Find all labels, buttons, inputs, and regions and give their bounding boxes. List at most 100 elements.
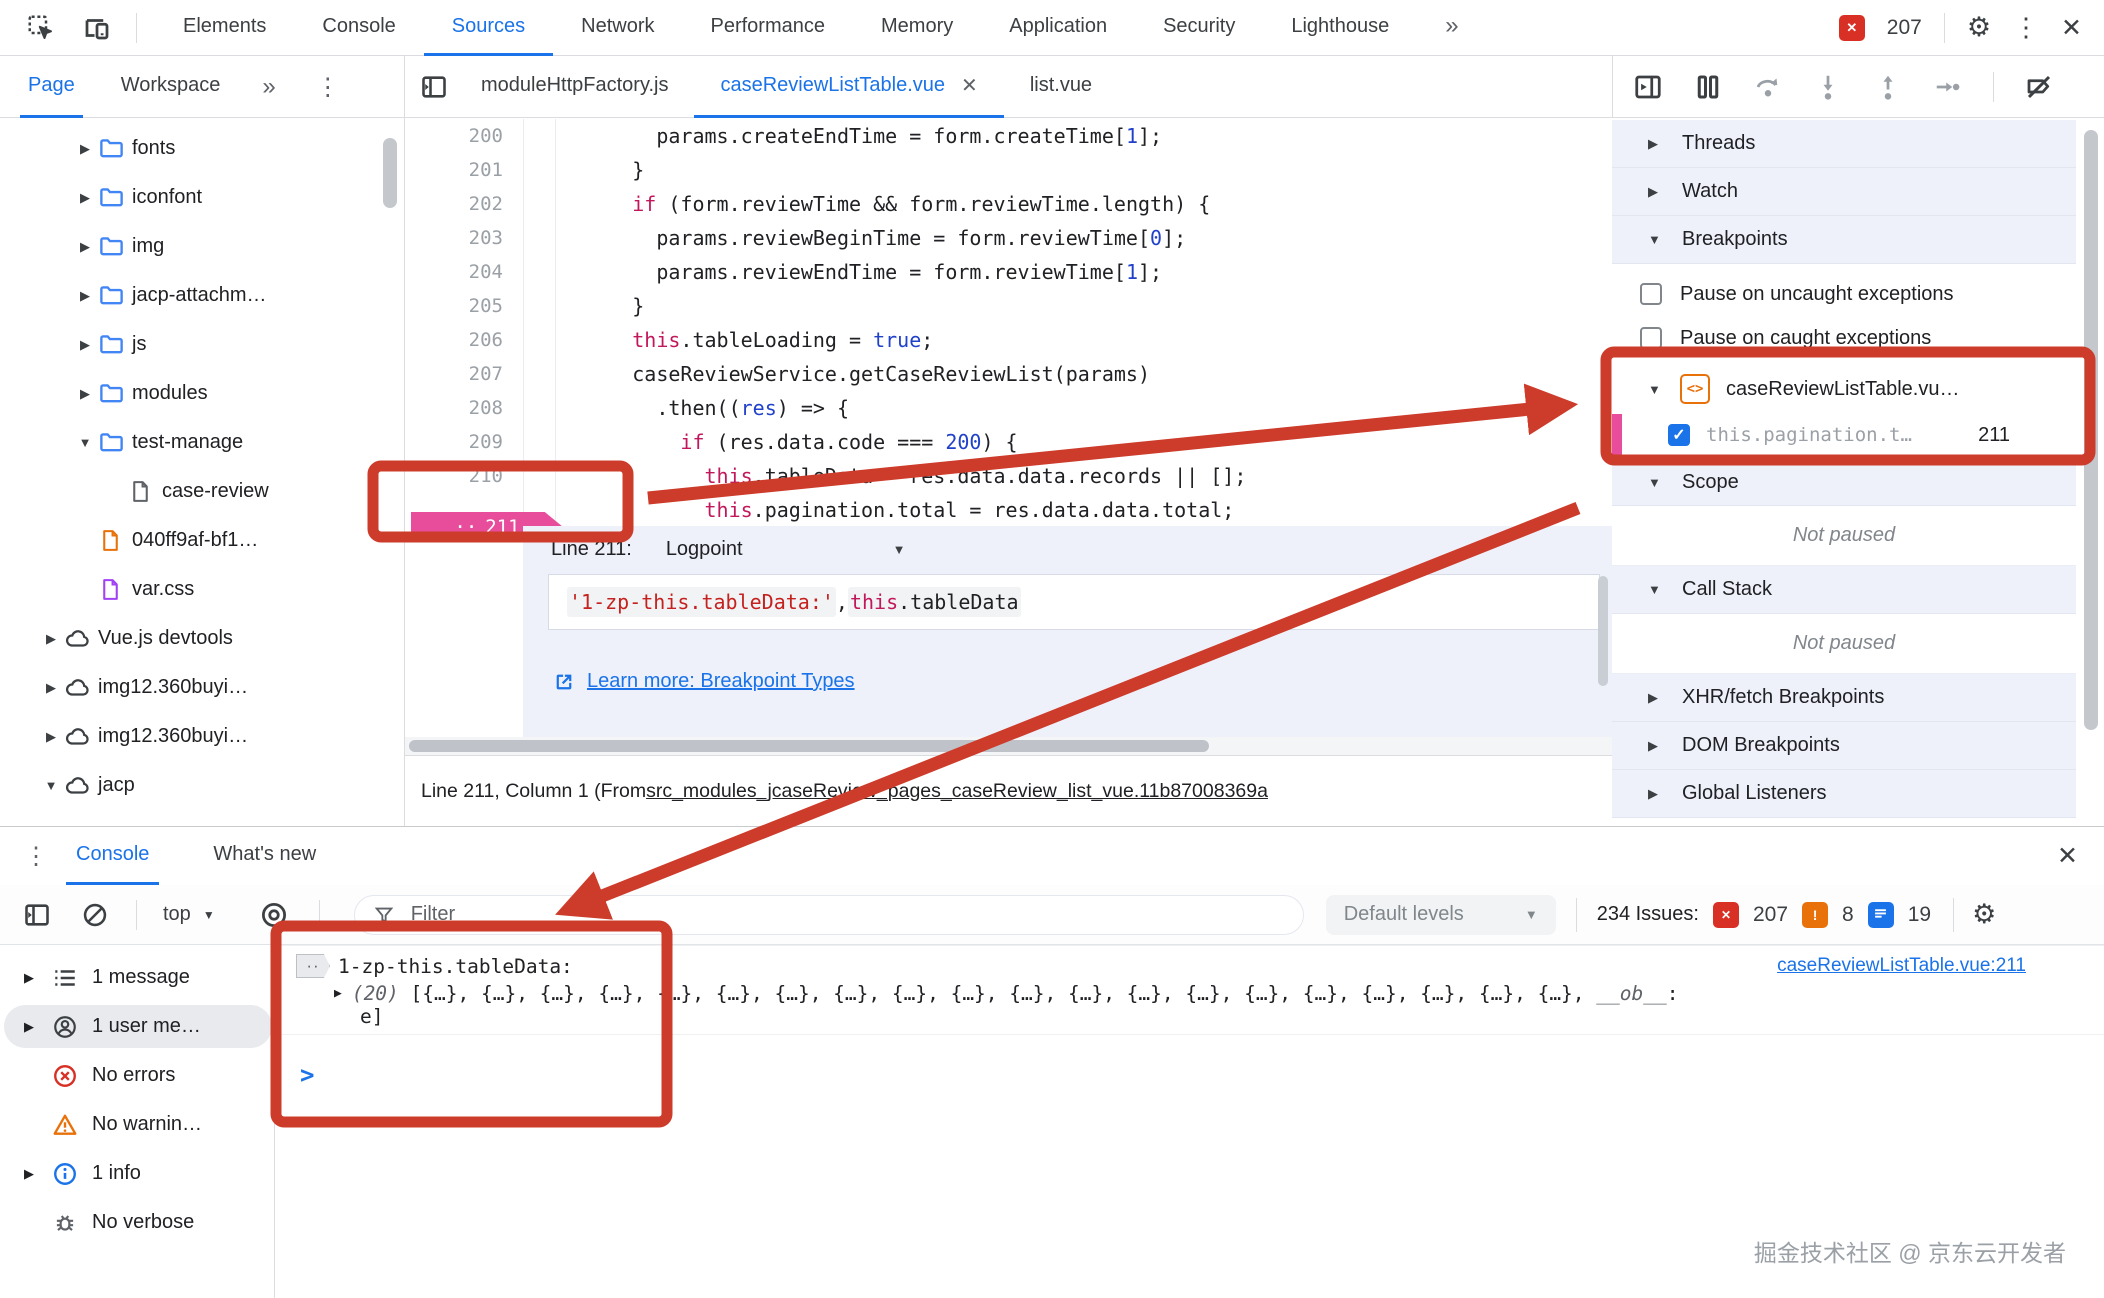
deactivate-breakpoints-icon[interactable] <box>2024 72 2054 102</box>
breakpoint-gutter[interactable] <box>523 153 556 187</box>
breakpoint-gutter[interactable] <box>523 357 556 391</box>
tab-network[interactable]: Network <box>553 0 682 56</box>
tab-elements[interactable]: Elements <box>155 0 294 56</box>
tab-security[interactable]: Security <box>1135 0 1263 56</box>
navigator-scrollbar[interactable] <box>383 138 397 208</box>
tree-item-img[interactable]: ▶img <box>0 222 404 271</box>
tree-item-modules[interactable]: ▶modules <box>0 369 404 418</box>
chevron-right-icon[interactable]: ▶ <box>72 288 98 304</box>
chevron-right-icon[interactable]: ▶ <box>20 970 38 986</box>
close-devtools-icon[interactable]: ✕ <box>2061 13 2082 43</box>
code-text[interactable]: caseReviewService.getCaseReviewList(para… <box>556 362 1150 386</box>
tab-memory[interactable]: Memory <box>853 0 981 56</box>
console-filter-1-info[interactable]: ▶1 info <box>0 1149 274 1198</box>
checkbox-unchecked[interactable] <box>1640 327 1662 349</box>
chevron-right-icon[interactable]: ▶ <box>72 239 98 255</box>
line-number[interactable]: 203 <box>405 227 523 249</box>
chevron-right-icon[interactable]: ▶ <box>72 141 98 157</box>
tree-item-040ff9af-bf1-[interactable]: 040ff9af-bf1… <box>0 516 404 565</box>
code-text[interactable]: .then((res) => { <box>556 396 849 420</box>
chevron-right-icon[interactable]: ▶ <box>72 190 98 206</box>
kebab-menu-icon[interactable]: ⋮ <box>316 73 340 102</box>
more-tabs-icon[interactable]: » <box>1417 0 1486 56</box>
breakpoint-gutter[interactable] <box>523 459 556 493</box>
section-global-listeners[interactable]: ▶ Global Listeners <box>1612 770 2076 818</box>
file-tab-casereviewlisttable[interactable]: caseReviewListTable.vue ✕ <box>694 56 1003 118</box>
chevron-right-icon[interactable]: ▶ <box>72 386 98 402</box>
tab-whats-new[interactable]: What's new <box>203 827 326 885</box>
close-drawer-icon[interactable]: ✕ <box>2057 841 2078 871</box>
show-console-sidebar-icon[interactable] <box>22 900 52 930</box>
pause-caught-row[interactable]: Pause on caught exceptions <box>1612 316 2076 360</box>
pause-script-icon[interactable] <box>1693 72 1723 102</box>
breakpoint-gutter[interactable] <box>523 323 556 357</box>
tab-performance[interactable]: Performance <box>683 0 854 56</box>
file-tab-modulehttpfactory[interactable]: moduleHttpFactory.js <box>455 56 694 118</box>
console-prompt[interactable]: > <box>276 1061 2104 1089</box>
tree-item-clipped[interactable] <box>0 810 404 826</box>
close-tab-icon[interactable]: ✕ <box>961 73 978 98</box>
breakpoint-gutter[interactable] <box>523 119 556 153</box>
tree-item-fonts[interactable]: ▶fonts <box>0 124 404 173</box>
scrollbar-thumb[interactable] <box>409 740 1209 752</box>
kebab-menu-icon[interactable]: ⋮ <box>24 842 48 871</box>
logpoint-entry-row[interactable]: ✓ this.pagination.t… 211 <box>1612 412 2076 458</box>
tab-sources[interactable]: Sources <box>424 0 553 56</box>
chevron-right-icon[interactable]: ▶ <box>20 1166 38 1182</box>
breakpoint-gutter[interactable] <box>523 391 556 425</box>
panel-scrollbar[interactable] <box>1598 576 1608 686</box>
tree-item-img12-360buyi-[interactable]: ▶img12.360buyi… <box>0 663 404 712</box>
sidebar-scrollbar[interactable] <box>2084 130 2098 730</box>
line-number[interactable]: 209 <box>405 431 523 453</box>
console-filter-no-warnin-[interactable]: No warnin… <box>0 1100 274 1149</box>
section-dom-breakpoints[interactable]: ▶ DOM Breakpoints <box>1612 722 2076 770</box>
section-watch[interactable]: ▶ Watch <box>1612 168 2076 216</box>
chevron-right-icon[interactable]: ▶ <box>20 1019 38 1035</box>
chevron-right-icon[interactable]: ▶ <box>72 337 98 353</box>
code-text[interactable]: if (res.data.code === 200) { <box>556 430 1018 454</box>
hide-navigator-icon[interactable] <box>419 72 449 102</box>
tree-item-js[interactable]: ▶js <box>0 320 404 369</box>
code-text[interactable]: params.createEndTime = form.createTime[1… <box>556 124 1162 148</box>
chevron-right-icon[interactable]: ▶ <box>38 729 64 745</box>
breakpoint-gutter[interactable] <box>523 187 556 221</box>
tree-item-jacp[interactable]: ▼jacp <box>0 761 404 810</box>
pause-uncaught-row[interactable]: Pause on uncaught exceptions <box>1612 272 2076 316</box>
code-text[interactable]: this.pagination.total = res.data.data.to… <box>556 498 1234 522</box>
tree-item-test-manage[interactable]: ▼test-manage <box>0 418 404 467</box>
line-number[interactable]: 210 <box>405 465 523 487</box>
inspect-element-icon[interactable] <box>26 13 56 43</box>
console-filter-no-verbose[interactable]: No verbose <box>0 1198 274 1247</box>
log-levels-dropdown[interactable]: Default levels ▼ <box>1326 895 1556 935</box>
error-count[interactable]: 207 <box>1887 16 1922 40</box>
tree-item-jacp-attachm-[interactable]: ▶jacp-attachm… <box>0 271 404 320</box>
section-breakpoints[interactable]: ▼ Breakpoints <box>1612 216 2076 264</box>
editor-horizontal-scrollbar[interactable] <box>405 737 1612 755</box>
breakpoint-file-group[interactable]: ▼ <> caseReviewListTable.vu… <box>1612 366 2076 412</box>
section-call-stack[interactable]: ▼ Call Stack <box>1612 566 2076 614</box>
logpoint-expression-input[interactable]: '1-zp-this.tableData:', this.tableData <box>548 574 1600 630</box>
chevron-down-icon[interactable]: ▼ <box>72 435 98 450</box>
section-threads[interactable]: ▶ Threads <box>1612 120 2076 168</box>
tab-lighthouse[interactable]: Lighthouse <box>1263 0 1417 56</box>
tab-console[interactable]: Console <box>66 827 159 885</box>
section-xhr-breakpoints[interactable]: ▶ XHR/fetch Breakpoints <box>1612 674 2076 722</box>
chevron-right-icon[interactable]: ▶ <box>38 680 64 696</box>
live-expression-eye-icon[interactable] <box>259 900 289 930</box>
breakpoint-gutter[interactable] <box>523 255 556 289</box>
show-debug-sidebar-icon[interactable] <box>1633 72 1663 102</box>
tree-item-vue-js-devtools[interactable]: ▶Vue.js devtools <box>0 614 404 663</box>
breakpoint-gutter[interactable] <box>523 221 556 255</box>
code-text[interactable]: this.tableData = res.data.data.records |… <box>556 464 1246 488</box>
context-selector[interactable]: top ▼ <box>163 903 215 926</box>
tab-page[interactable]: Page <box>20 56 83 118</box>
tree-item-img12-360buyi-[interactable]: ▶img12.360buyi… <box>0 712 404 761</box>
code-text[interactable]: params.reviewEndTime = form.reviewTime[1… <box>556 260 1162 284</box>
line-number[interactable]: 207 <box>405 363 523 385</box>
console-settings-gear-icon[interactable]: ⚙ <box>1972 899 1996 930</box>
device-toolbar-icon[interactable] <box>82 13 112 43</box>
console-message[interactable]: ·· 1-zp-this.tableData: caseReviewListTa… <box>276 945 2104 1035</box>
settings-gear-icon[interactable]: ⚙ <box>1967 12 1991 43</box>
more-tabs-icon[interactable]: » <box>262 73 275 101</box>
line-number[interactable]: 200 <box>405 125 523 147</box>
